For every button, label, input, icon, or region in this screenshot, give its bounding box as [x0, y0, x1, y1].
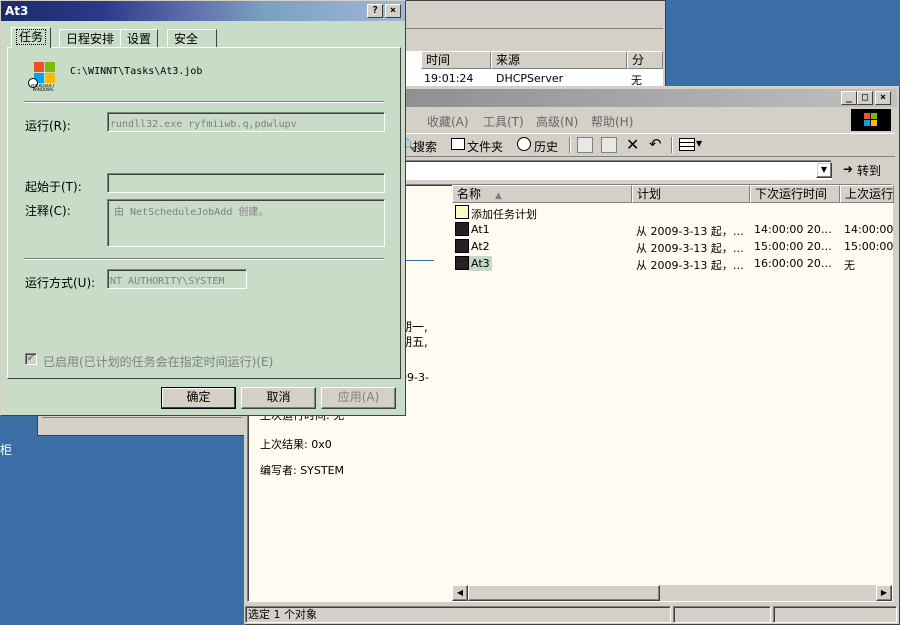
maximize-button[interactable]: □ [857, 91, 873, 105]
tab-schedule[interactable]: 日程安排 [59, 29, 122, 48]
address-dropdown-button[interactable]: ▼ [816, 162, 832, 178]
desktop-icon-label[interactable]: 柜 [0, 441, 12, 458]
separator [24, 258, 384, 260]
start-in-label: 起始于(T): [25, 180, 82, 194]
history-icon [517, 137, 531, 151]
task-list: 名称 ▲ 计划 下次运行时间 上次运行 添加任务计划 At1 从 2009-3-1… [452, 185, 894, 585]
task-next-run: 15:00:00 20… [754, 240, 832, 253]
sort-ascending-icon: ▲ [495, 191, 502, 201]
task-icon [455, 256, 469, 270]
go-button[interactable]: 转到 [857, 162, 881, 179]
task-next-run: 14:00:00 20… [754, 223, 832, 236]
menu-advanced[interactable]: 高级(N) [536, 113, 578, 130]
task-last-run: 无 [844, 259, 855, 272]
properties-dialog: At3 ? × 任务 日程安排 设置 安全 MICROSOFT WINDOWS … [0, 0, 406, 416]
task-file-path: C:\WINNT\Tasks\At3.job [70, 66, 203, 77]
move-to-icon[interactable] [577, 137, 593, 153]
enabled-checkbox[interactable]: ✔ [25, 353, 37, 365]
go-icon: ➜ [843, 162, 854, 176]
folders-icon [451, 138, 465, 150]
task-tab-panel: MICROSOFT WINDOWS C:\WINNT\Tasks\At3.job… [7, 47, 401, 379]
start-in-field[interactable] [107, 173, 385, 193]
run-as-field[interactable]: NT AUTHORITY\SYSTEM [107, 269, 247, 289]
col-header-source[interactable]: 来源 [491, 51, 627, 69]
task-last-run: 14:00:00 [844, 223, 894, 236]
dialog-close-button[interactable]: × [385, 4, 401, 18]
col-header-category[interactable]: 分 [627, 51, 663, 69]
task-file-icon: MICROSOFT WINDOWS [28, 60, 58, 92]
folders-button[interactable]: 文件夹 [467, 138, 503, 155]
close-button[interactable]: × [875, 91, 891, 105]
task-name: At2 [471, 240, 490, 253]
tab-task[interactable]: 任务 [11, 27, 52, 48]
col-header-schedule[interactable]: 计划 [632, 185, 750, 203]
list-item[interactable]: At1 从 2009-3-13 起，… 14:00:00 20… 14:00:0… [452, 222, 894, 239]
task-name: At3 [469, 256, 492, 271]
comment-field[interactable]: 由 NetScheduleJobAdd 创建。 [107, 199, 385, 247]
status-panel-3 [773, 606, 897, 623]
list-item[interactable]: 添加任务计划 [452, 205, 894, 222]
menu-favorites[interactable]: 收藏(A) [427, 113, 469, 130]
event-viewer-upper-panel [381, 1, 663, 29]
task-schedule: 从 2009-3-13 起，… [636, 259, 744, 272]
horizontal-scrollbar[interactable]: ◀ ▶ [452, 585, 892, 601]
list-item[interactable]: At3 从 2009-3-13 起，… 16:00:00 20… 无 [452, 256, 894, 273]
dialog-title: At3 [5, 4, 29, 18]
tab-strip: 任务 日程安排 设置 安全 [7, 27, 403, 49]
menu-tools[interactable]: 工具(T) [483, 113, 524, 130]
scroll-right-button[interactable]: ▶ [876, 585, 892, 601]
col-header-next-run[interactable]: 下次运行时间 [750, 185, 840, 203]
task-icon [455, 239, 469, 253]
windows-logo [851, 109, 891, 131]
history-button[interactable]: 历史 [534, 138, 558, 155]
last-result-info: 上次结果: 0x0 [260, 438, 332, 451]
copy-to-icon[interactable] [601, 137, 617, 153]
icon-caption: MICROSOFT WINDOWS [31, 84, 55, 92]
task-schedule: 从 2009-3-13 起，… [636, 242, 744, 255]
scroll-thumb[interactable] [468, 585, 660, 601]
task-name: 添加任务计划 [471, 208, 537, 221]
views-dropdown-icon[interactable]: ▼ [696, 139, 702, 148]
tab-settings[interactable]: 设置 [120, 29, 159, 48]
help-button[interactable]: ? [367, 4, 383, 18]
enabled-label: 已启用(已计划的任务会在指定时间运行)(E) [43, 355, 274, 369]
cancel-button[interactable]: 取消 [241, 387, 316, 409]
separator [24, 101, 384, 103]
minimize-button[interactable]: _ [841, 91, 857, 105]
run-field[interactable]: rundll32.exe ryfmiiwb.q,pdwlupv [107, 112, 385, 132]
list-item[interactable]: At2 从 2009-3-13 起，… 15:00:00 20… 15:00:0… [452, 239, 894, 256]
task-name: At1 [471, 223, 490, 236]
delete-icon[interactable]: ✕ [626, 135, 639, 154]
author-info: 编写者: SYSTEM [260, 464, 345, 477]
apply-button[interactable]: 应用(A) [321, 387, 396, 409]
col-header-name[interactable]: 名称 ▲ [452, 185, 632, 203]
search-button[interactable]: 搜索 [413, 138, 437, 155]
col-header-last-run[interactable]: 上次运行 [840, 185, 894, 203]
task-last-run: 15:00:00 [844, 240, 894, 253]
run-as-label: 运行方式(U): [25, 276, 96, 290]
dialog-title-bar[interactable]: At3 ? × [1, 1, 405, 21]
event-source: DHCPServer [496, 72, 564, 85]
undo-icon[interactable]: ↶ [649, 135, 662, 153]
event-viewer-window: 时间 来源 分 19:01:24 DHCPServer 无 [380, 0, 666, 92]
tab-security[interactable]: 安全 [167, 29, 217, 48]
add-task-icon [455, 205, 469, 219]
task-icon [455, 222, 469, 236]
status-panel-2 [673, 606, 771, 623]
event-time: 19:01:24 [424, 72, 474, 85]
run-label: 运行(R): [25, 119, 71, 133]
ok-button[interactable]: 确定 [161, 387, 236, 409]
views-icon[interactable] [679, 138, 695, 151]
event-list[interactable]: 时间 来源 分 19:01:24 DHCPServer 无 [381, 51, 663, 91]
menu-help[interactable]: 帮助(H) [591, 113, 633, 130]
col-header-time[interactable]: 时间 [421, 51, 491, 69]
status-bar: 选定 1 个对象 [245, 605, 897, 624]
task-next-run: 16:00:00 20… [754, 257, 832, 270]
task-schedule: 从 2009-3-13 起，… [636, 225, 744, 238]
status-text: 选定 1 个对象 [248, 608, 317, 621]
comment-label: 注释(C): [25, 204, 71, 218]
scroll-left-button[interactable]: ◀ [452, 585, 468, 601]
status-text-panel: 选定 1 个对象 [245, 606, 671, 623]
